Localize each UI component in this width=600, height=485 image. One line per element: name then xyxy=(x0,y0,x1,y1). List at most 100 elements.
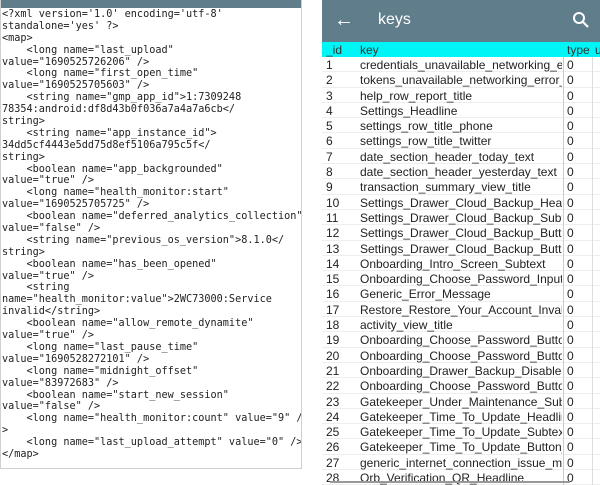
xml-line: <boolean name="app_backgrounded" xyxy=(2,163,223,175)
table-row[interactable]: 16 Generic_Error_Message 0 xyxy=(322,286,600,302)
xml-line: <boolean name="has_been_opened" xyxy=(2,258,217,270)
cell-type: 0 xyxy=(567,409,574,424)
table-row[interactable]: 11 Settings_Drawer_Cloud_Backup_Subtext 0 xyxy=(322,210,600,226)
xml-line: value="true" /> xyxy=(2,175,95,187)
table-row[interactable]: 27 generic_internet_connection_issue_mess… xyxy=(322,455,600,471)
xml-line: name="health_monitor:value">2WC73000:Ser… xyxy=(2,294,272,306)
cell-key: Settings_Headline xyxy=(360,103,458,118)
table-body: 1 credentials_unavailable_networking_erro… xyxy=(322,57,600,485)
cell-id: 14 xyxy=(326,256,340,271)
table-row[interactable]: 22 Onboarding_Choose_Password_Button_S 0 xyxy=(322,378,600,394)
table-row[interactable]: 13 Settings_Drawer_Cloud_Backup_Button_D 0 xyxy=(322,241,600,256)
table-row[interactable]: 17 Restore_Restore_Your_Account_Invalid_P… xyxy=(322,302,600,318)
table-row[interactable]: 5 settings_row_title_phone 0 xyxy=(322,118,600,134)
cell-id: 10 xyxy=(326,195,340,210)
cell-id: 5 xyxy=(326,119,333,134)
cell-id: 23 xyxy=(326,394,340,409)
cell-type: 0 xyxy=(567,149,574,164)
column-header-key[interactable]: key xyxy=(360,43,562,57)
cell-key: Generic_Error_Message xyxy=(360,287,491,302)
xml-viewer-panel: <?xml version='1.0' encoding='utf-8' stan… xyxy=(0,0,302,469)
xml-content[interactable]: <?xml version='1.0' encoding='utf-8' stan… xyxy=(1,8,301,461)
xml-line: value="false" /> xyxy=(2,223,101,235)
xml-line: </map> xyxy=(2,448,39,460)
xml-line: > xyxy=(2,425,9,437)
table-row[interactable]: 26 Gatekeeper_Time_To_Update_Button_Ret 0 xyxy=(322,439,600,455)
column-header-type[interactable]: type xyxy=(567,43,591,57)
table-row[interactable]: 1 credentials_unavailable_networking_erro… xyxy=(322,57,600,73)
table-row[interactable]: 18 activity_view_title 0 xyxy=(322,317,600,333)
cell-key: Onboarding_Choose_Password_Input_Pa xyxy=(360,272,562,287)
xml-viewer-top-bar xyxy=(1,0,301,8)
cell-type: 0 xyxy=(567,256,574,271)
table-row[interactable]: 12 Settings_Drawer_Cloud_Backup_Button_C 0 xyxy=(322,225,600,241)
cell-key: Settings_Drawer_Cloud_Backup_Subtext xyxy=(360,210,562,225)
cell-type: 0 xyxy=(567,58,574,72)
table-row[interactable]: 15 Onboarding_Choose_Password_Input_Pa 0 xyxy=(322,271,600,287)
cell-type: 0 xyxy=(567,134,574,149)
xml-line: value="1690528272101" /> xyxy=(2,353,150,365)
table-row[interactable]: 19 Onboarding_Choose_Password_Button_N 0 xyxy=(322,332,600,348)
arrow-left-icon[interactable]: ← xyxy=(334,9,354,31)
horizontal-scrollbar[interactable] xyxy=(330,481,570,483)
xml-line: <string name="app_instance_id"> xyxy=(2,127,217,139)
xml-line: string> xyxy=(2,246,45,258)
cell-id: 20 xyxy=(326,348,340,363)
cell-type: 0 xyxy=(567,241,574,256)
cell-key: settings_row_title_twitter xyxy=(360,134,492,149)
column-header-u[interactable]: u xyxy=(595,43,600,57)
xml-line: 34dd5cf4443e5dd75d8ef5106a795c5f</ xyxy=(2,139,211,151)
cell-key: Gatekeeper_Time_To_Update_Subtext xyxy=(360,425,562,440)
table-row[interactable]: 8 date_section_header_yesterday_text 0 xyxy=(322,164,600,180)
cell-key: Onboarding_Choose_Password_Button_F xyxy=(360,348,562,363)
xml-line: <boolean name="start_new_session" xyxy=(2,389,229,401)
table-row[interactable]: 2 tokens_unavailable_networking_error_des… xyxy=(322,72,600,88)
cell-type: 0 xyxy=(567,272,574,287)
table-row[interactable]: 3 help_row_report_title 0 xyxy=(322,88,600,103)
xml-line: standalone='yes' ?> xyxy=(2,20,119,32)
cell-id: 11 xyxy=(326,210,339,225)
cell-type: 0 xyxy=(567,471,574,485)
table-row[interactable]: 4 Settings_Headline 0 xyxy=(322,103,600,119)
cell-id: 27 xyxy=(326,455,340,470)
xml-line: <map> xyxy=(2,32,33,44)
xml-line: <?xml version='1.0' encoding='utf-8' xyxy=(2,9,223,20)
cell-type: 0 xyxy=(567,425,574,440)
table-row[interactable]: 6 settings_row_title_twitter 0 xyxy=(322,133,600,149)
cell-key: help_row_report_title xyxy=(360,88,473,103)
cell-type: 0 xyxy=(567,348,574,363)
table-row[interactable]: 25 Gatekeeper_Time_To_Update_Subtext 0 xyxy=(322,424,600,440)
table-row[interactable]: 7 date_section_header_today_text 0 xyxy=(322,149,600,165)
table-row[interactable]: 24 Gatekeeper_Time_To_Update_Headline 0 xyxy=(322,409,600,425)
xml-line: value="83972683" /> xyxy=(2,377,119,389)
cell-key: Settings_Drawer_Cloud_Backup_Button_C xyxy=(360,226,562,241)
cell-id: 24 xyxy=(326,409,340,424)
xml-line: <long name="health_monitor:start" xyxy=(2,187,229,199)
cell-key: Gatekeeper_Time_To_Update_Headline xyxy=(360,409,562,424)
cell-key: date_section_header_yesterday_text xyxy=(360,165,557,180)
search-icon[interactable] xyxy=(572,11,590,29)
cell-type: 0 xyxy=(567,88,574,103)
cell-key: Settings_Drawer_Cloud_Backup_Heading xyxy=(360,195,562,210)
table-row[interactable]: 10 Settings_Drawer_Cloud_Backup_Heading 0 xyxy=(322,195,600,210)
table-row[interactable]: 21 Onboarding_Drawer_Backup_Disabled_He 0 xyxy=(322,363,600,379)
table-row[interactable]: 23 Gatekeeper_Under_Maintenance_Subtext 0 xyxy=(322,394,600,409)
cell-type: 0 xyxy=(567,287,574,302)
table-header: _id key type u xyxy=(322,42,600,57)
xml-line: value="1690525705725" /> xyxy=(2,199,150,211)
column-header-id[interactable]: _id xyxy=(326,43,356,57)
table-row[interactable]: 14 Onboarding_Intro_Screen_Subtext 0 xyxy=(322,256,600,272)
cell-type: 0 xyxy=(567,103,574,118)
cell-key: activity_view_title xyxy=(360,318,453,333)
cell-key: tokens_unavailable_networking_error_des xyxy=(360,73,562,88)
table-row[interactable]: 20 Onboarding_Choose_Password_Button_F 0 xyxy=(322,348,600,363)
column-divider xyxy=(592,57,593,485)
table-row[interactable]: 9 transaction_summary_view_title 0 xyxy=(322,179,600,195)
cell-key: date_section_header_today_text xyxy=(360,149,535,164)
cell-key: Gatekeeper_Under_Maintenance_Subtext xyxy=(360,394,562,409)
xml-line: 78354:android:df8d43b0f036a7a4a7a6cb</ xyxy=(2,104,236,116)
cell-id: 7 xyxy=(326,149,333,164)
xml-line: <long name="first_open_time" xyxy=(2,68,199,80)
cell-type: 0 xyxy=(567,119,574,134)
cell-key: Restore_Restore_Your_Account_Invalid_P xyxy=(360,302,562,317)
